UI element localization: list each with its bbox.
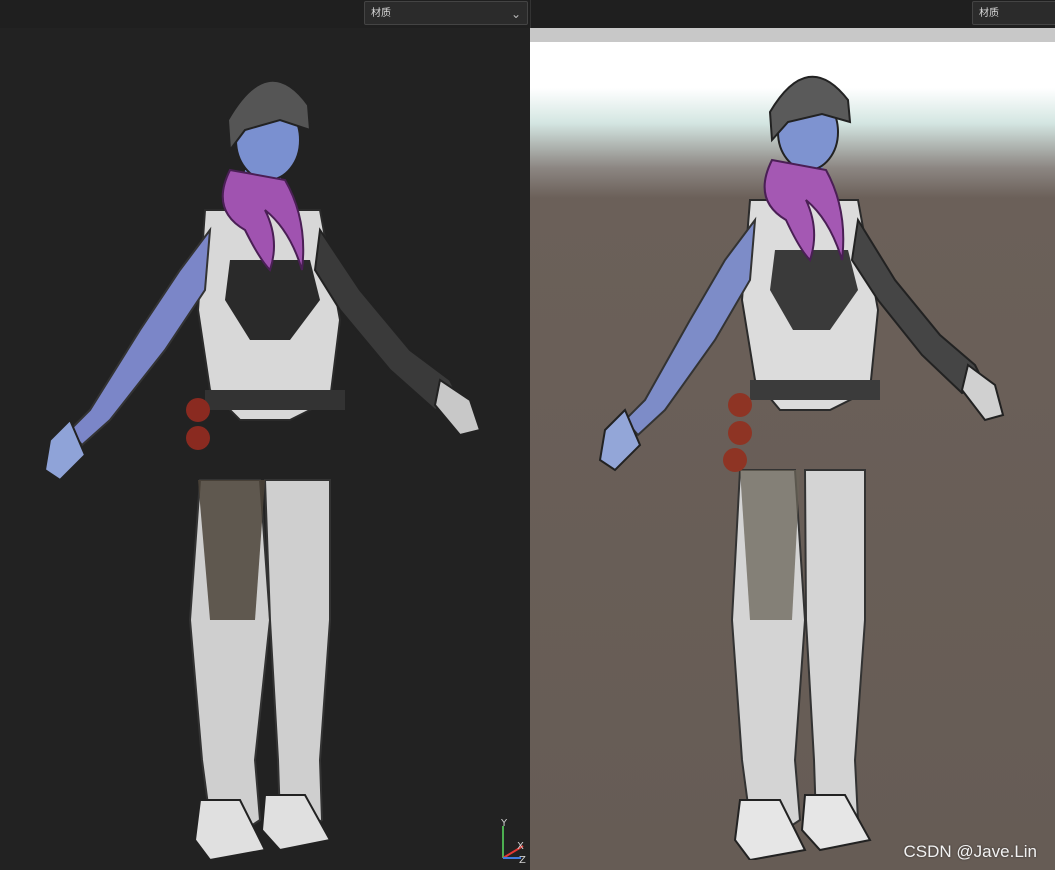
gizmo-y-label: Y [500,818,508,829]
right-viewport[interactable]: 材质 CSDN @Jave.Lin [530,0,1055,870]
character-model-right [598,75,1005,860]
right-material-dropdown[interactable]: 材质 [972,1,1055,25]
gizmo-z-label: Z [519,855,526,864]
left-viewport[interactable]: 材质 ⌄ Y X Z [0,0,530,870]
left-material-dropdown[interactable]: 材质 ⌄ [364,1,528,25]
left-toolbar: 材质 ⌄ [0,0,530,28]
app-root: 材质 ⌄ Y X Z 材质 CSDN @Jave.Lin [0,0,1055,870]
right-dropdown-value: 材质 [979,8,999,19]
watermark: CSDN @Jave.Lin [903,842,1037,861]
chevron-down-icon: ⌄ [510,7,522,21]
character-model-left [43,79,482,862]
left-dropdown-value: 材质 [371,8,391,19]
axis-gizmo: Y X Z [500,818,526,864]
gizmo-x-label: X [517,841,524,852]
right-toolbar: 材质 [530,0,1055,28]
